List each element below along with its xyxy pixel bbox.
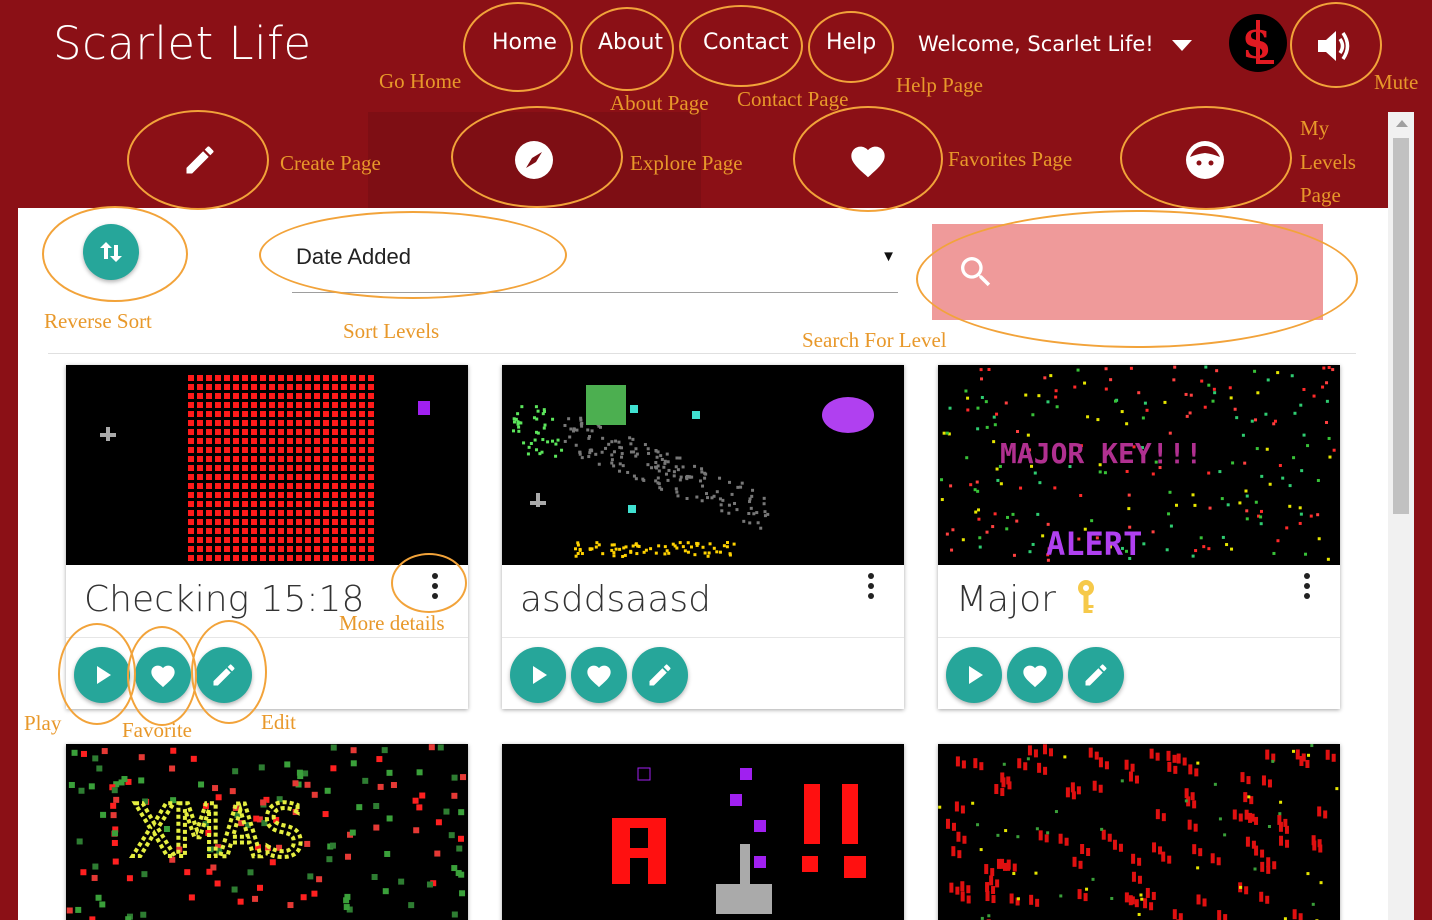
level-title: Major (956, 579, 1099, 620)
nav-help[interactable]: Help (826, 30, 876, 55)
scroll-up-arrow-icon[interactable] (1396, 120, 1408, 127)
chevron-down-icon[interactable] (1172, 40, 1192, 51)
svg-text:XMAS: XMAS (132, 789, 305, 873)
annotation-create-page: Create Page (280, 151, 381, 175)
level-thumbnail[interactable]: XMAS (66, 744, 468, 920)
svg-text:MAJOR KEY!!!: MAJOR KEY!!! (1000, 437, 1202, 470)
level-preview-image: XMAS (66, 744, 467, 920)
level-title: Checking 15:18 (84, 579, 365, 620)
nav-home[interactable]: Home (492, 30, 557, 55)
sort-selected-value: Date Added (296, 244, 411, 269)
level-card: asddsaasd (502, 365, 904, 709)
dropdown-arrow-icon: ▼ (881, 248, 896, 265)
nav-about[interactable]: About (598, 30, 663, 55)
level-card: MAJOR KEY!!! ALERT Major (938, 365, 1340, 709)
divider (48, 353, 1356, 354)
pencil-icon (213, 664, 235, 686)
more-vert-icon[interactable] (426, 571, 444, 601)
annotation-sort-levels: Sort Levels (343, 319, 440, 343)
play-button[interactable] (946, 647, 1002, 703)
play-icon (969, 666, 983, 684)
level-thumbnail[interactable] (502, 365, 904, 565)
scarlet-life-logo[interactable]: S (1229, 14, 1287, 72)
level-thumbnail[interactable]: MAJOR KEY!!! ALERT (938, 365, 1340, 565)
swap-vertical-icon (100, 242, 122, 262)
level-preview-image (612, 767, 866, 914)
annotation-help-page: Help Page (896, 73, 983, 97)
scrollbar[interactable] (1388, 112, 1414, 920)
level-preview-image (100, 375, 430, 561)
annotation-mute: Mute (1374, 70, 1419, 94)
annotation-go-home: Go Home (379, 69, 462, 93)
heart-icon (587, 665, 611, 688)
annotation-my-levels-line2: Levels (1300, 150, 1356, 174)
play-icon (97, 666, 111, 684)
annotation-my-levels-line3: Page (1300, 183, 1341, 207)
card-divider (938, 637, 1340, 638)
level-title-text: Major (956, 579, 1056, 620)
pencil-icon (186, 146, 214, 174)
favorite-button[interactable] (1007, 647, 1063, 703)
nav-contact[interactable]: Contact (703, 30, 789, 55)
search-box[interactable] (932, 224, 1323, 320)
search-icon (961, 257, 991, 287)
level-preview-image (938, 744, 1339, 920)
brand-title[interactable]: Scarlet Life (53, 17, 312, 70)
sort-levels-select[interactable]: Date Added ▼ (292, 234, 898, 293)
annotation-reverse-sort: Reverse Sort (44, 309, 152, 333)
annotation-explore-page: Explore Page (630, 151, 743, 175)
annotation-contact-page: Contact Page (737, 87, 849, 111)
annotation-favorites-page: Favorites Page (948, 147, 1073, 171)
pencil-icon (1085, 664, 1107, 686)
level-preview-image (512, 385, 874, 558)
edit-button[interactable] (632, 647, 688, 703)
search-input[interactable] (1002, 244, 1306, 302)
pencil-icon (649, 664, 671, 686)
volume-icon[interactable] (1314, 26, 1354, 66)
play-button[interactable] (510, 647, 566, 703)
welcome-message[interactable]: Welcome, Scarlet Life! (918, 32, 1154, 56)
level-title: asddsaasd (520, 579, 712, 620)
level-preview-image: MAJOR KEY!!! ALERT (940, 365, 1336, 563)
edit-button[interactable] (1068, 647, 1124, 703)
level-card: Checking 15:18 (66, 365, 468, 709)
scroll-thumb[interactable] (1393, 138, 1409, 514)
annotation-more-details: More details (339, 611, 445, 635)
play-button[interactable] (74, 647, 130, 703)
heart-icon (1023, 665, 1047, 688)
level-card: XMAS (66, 744, 468, 920)
favorite-button[interactable] (571, 647, 627, 703)
annotation-my-levels-line1: My (1300, 116, 1330, 140)
key-icon (1078, 580, 1095, 613)
edit-button[interactable] (196, 647, 252, 703)
annotation-play: Play (24, 711, 62, 735)
card-divider (66, 637, 468, 638)
main-panel: Date Added ▼ Checking 15:18 asddsaasd MA… (18, 112, 1388, 920)
annotation-about-page: About Page (610, 91, 709, 115)
favorite-button[interactable] (135, 647, 191, 703)
svg-text:ALERT: ALERT (1046, 525, 1142, 563)
annotation-edit: Edit (261, 710, 296, 734)
heart-icon (851, 146, 885, 178)
annotation-search-for-level: Search For Level (802, 328, 947, 352)
level-card (938, 744, 1340, 920)
more-vert-icon[interactable] (1298, 571, 1316, 601)
heart-icon (151, 665, 175, 688)
level-thumbnail[interactable] (66, 365, 468, 565)
face-icon (1186, 141, 1224, 179)
level-card (502, 744, 904, 920)
annotation-favorite: Favorite (122, 718, 192, 742)
top-nav-bar: Scarlet Life Home About Contact Help Wel… (0, 0, 1432, 92)
card-divider (502, 637, 904, 638)
reverse-sort-button[interactable] (83, 224, 139, 280)
level-thumbnail[interactable] (938, 744, 1340, 920)
compass-icon (515, 141, 553, 179)
level-thumbnail[interactable] (502, 744, 904, 920)
more-vert-icon[interactable] (862, 571, 880, 601)
play-icon (533, 666, 547, 684)
